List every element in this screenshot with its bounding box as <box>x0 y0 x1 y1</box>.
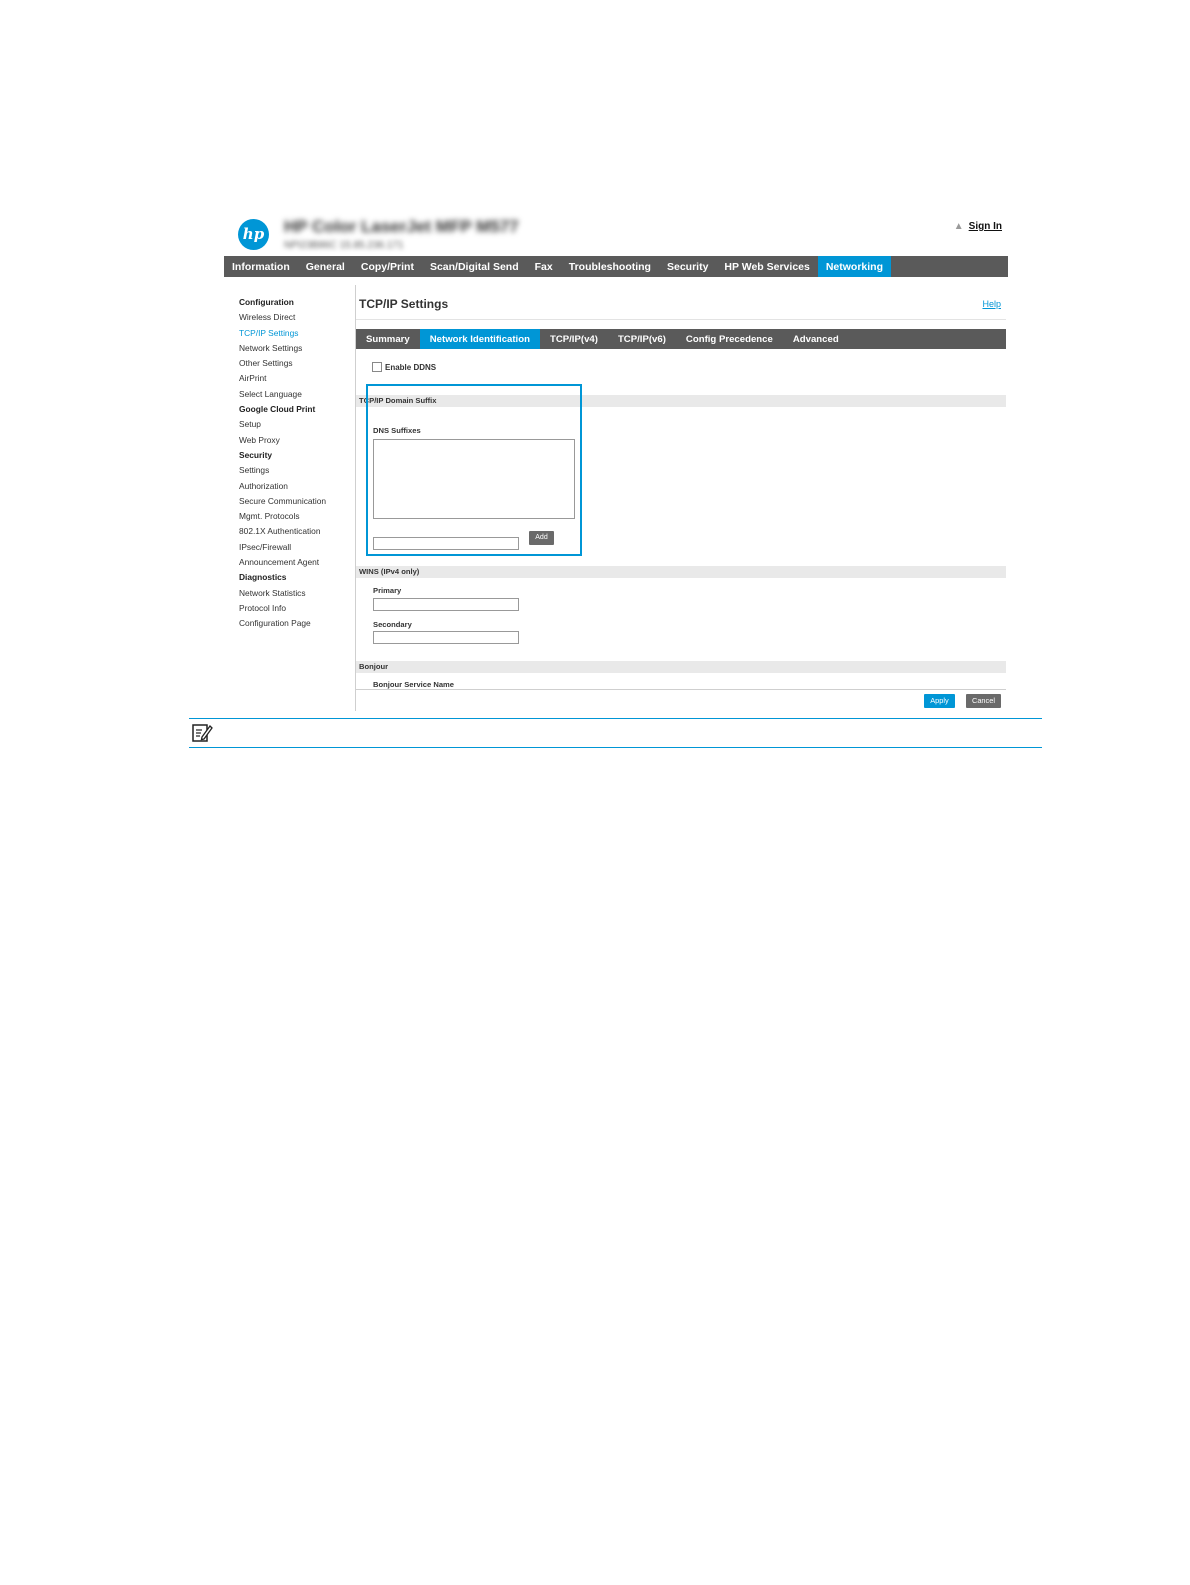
note-rule-top <box>189 718 1042 719</box>
sidebar-item-other-settings[interactable]: Other Settings <box>239 356 351 371</box>
sidebar-item-web-proxy[interactable]: Web Proxy <box>239 433 351 448</box>
sidebar-heading-google-cloud-print: Google Cloud Print <box>239 404 316 415</box>
hp-logo: hp <box>238 219 269 250</box>
sidebar-item-airprint[interactable]: AirPrint <box>239 371 351 386</box>
enable-ddns-checkbox[interactable]: Enable DDNS <box>372 362 436 372</box>
apply-button[interactable]: Apply <box>924 694 955 708</box>
subtab-network-identification[interactable]: Network Identification <box>419 329 540 349</box>
sidebar-item-ipsec-firewall[interactable]: IPsec/Firewall <box>239 540 351 555</box>
secondary-input[interactable] <box>373 631 519 644</box>
sidebar-item-settings[interactable]: Settings <box>239 463 351 478</box>
wins-header: WINS (IPv4 only) <box>356 566 1006 578</box>
dns-suffixes-list[interactable] <box>373 439 575 519</box>
sidebar-heading-security: Security <box>239 449 273 460</box>
nav-tab-information[interactable]: Information <box>224 256 298 277</box>
sidebar: Configuration Wireless Direct TCP/IP Setti… <box>239 295 351 632</box>
note-icon <box>192 724 213 742</box>
sidebar-item-mgmt-protocols[interactable]: Mgmt. Protocols <box>239 509 351 524</box>
product-title: HP Color LaserJet MFP M577 <box>284 217 519 236</box>
subtab-advanced[interactable]: Advanced <box>783 329 849 349</box>
sidebar-item-select-language[interactable]: Select Language <box>239 387 351 402</box>
primary-label: Primary <box>373 586 402 595</box>
sidebar-heading-diagnostics: Diagnostics <box>239 572 287 583</box>
sidebar-item-setup[interactable]: Setup <box>239 417 351 432</box>
sidebar-item-protocol-info[interactable]: Protocol Info <box>239 601 351 616</box>
help-link[interactable]: Help <box>982 299 1001 309</box>
add-button[interactable]: Add <box>529 531 554 545</box>
new-suffix-input[interactable] <box>373 537 519 550</box>
sign-in-link[interactable]: ▲ Sign In <box>954 221 1002 232</box>
sub-navigation: Summary Network Identification TCP/IP(v4) T… <box>356 329 1006 349</box>
title-separator <box>356 319 1006 320</box>
ews-screenshot: hp HP Color LaserJet MFP M577 NPI23B86C … <box>222 205 1008 711</box>
footer-divider <box>356 689 1006 690</box>
nav-tab-general[interactable]: General <box>298 256 353 277</box>
top-navigation: Information General Copy/Print Scan/Digital… <box>224 256 1008 277</box>
enable-ddns-label: Enable DDNS <box>385 362 437 372</box>
sidebar-item-802-1x-authentication[interactable]: 802.1X Authentication <box>239 524 351 539</box>
sidebar-item-announcement-agent[interactable]: Announcement Agent <box>239 555 351 570</box>
sidebar-item-network-settings[interactable]: Network Settings <box>239 341 351 356</box>
dns-suffixes-label: DNS Suffixes <box>373 426 421 435</box>
nav-tab-hp-web-services[interactable]: HP Web Services <box>716 256 817 277</box>
sidebar-item-configuration-page[interactable]: Configuration Page <box>239 616 351 631</box>
subtab-tcp-ip-v6[interactable]: TCP/IP(v6) <box>608 329 676 349</box>
bonjour-service-name-label: Bonjour Service Name <box>373 680 455 689</box>
sidebar-item-secure-communication[interactable]: Secure Communication <box>239 494 351 509</box>
nav-tab-scan-digital-send[interactable]: Scan/Digital Send <box>422 256 527 277</box>
nav-tab-troubleshooting[interactable]: Troubleshooting <box>561 256 659 277</box>
nav-tab-networking[interactable]: Networking <box>817 256 892 277</box>
subtab-config-precedence[interactable]: Config Precedence <box>676 329 783 349</box>
subtab-tcp-ip-v4[interactable]: TCP/IP(v4) <box>540 329 608 349</box>
sign-in-label: Sign In <box>968 221 1002 232</box>
note-rule-bottom <box>189 747 1042 748</box>
secondary-label: Secondary <box>373 620 412 629</box>
page-title: TCP/IP Settings <box>359 297 449 311</box>
sidebar-heading-configuration: Configuration <box>239 297 294 307</box>
product-subtitle: NPI23B86C 15.85.236.171 <box>284 240 404 251</box>
sidebar-item-authorization[interactable]: Authorization <box>239 479 351 494</box>
nav-tab-fax[interactable]: Fax <box>527 256 561 277</box>
nav-tab-copy-print[interactable]: Copy/Print <box>353 256 422 277</box>
bonjour-header: Bonjour <box>356 661 1006 673</box>
nav-tab-security[interactable]: Security <box>659 256 716 277</box>
cancel-button[interactable]: Cancel <box>966 694 1001 708</box>
subtab-summary[interactable]: Summary <box>356 329 420 349</box>
sidebar-item-tcp-ip-settings[interactable]: TCP/IP Settings <box>239 326 351 341</box>
home-icon: ▲ <box>953 221 964 232</box>
primary-input[interactable] <box>373 598 519 611</box>
checkbox-box[interactable] <box>372 362 382 372</box>
sidebar-item-network-statistics[interactable]: Network Statistics <box>239 586 351 601</box>
main-content: TCP/IP Settings Help Summary Network Iden… <box>356 285 1006 711</box>
sidebar-item-wireless-direct[interactable]: Wireless Direct <box>239 310 351 325</box>
